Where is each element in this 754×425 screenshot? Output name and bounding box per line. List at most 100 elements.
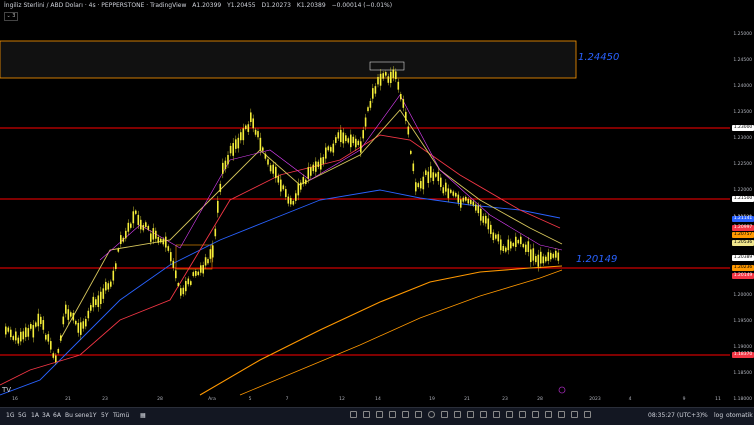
candle-body xyxy=(450,189,452,193)
vline-icon[interactable] xyxy=(389,411,396,418)
price-chart[interactable]: TV xyxy=(0,0,754,424)
time-tick-label: 23 xyxy=(102,397,108,402)
ma-orange-line xyxy=(199,265,563,396)
time-tick-label: 21 xyxy=(464,397,470,402)
candle-body xyxy=(40,316,42,324)
candle-body xyxy=(280,179,282,192)
cursor-icon[interactable] xyxy=(532,411,539,418)
candle-body xyxy=(167,246,170,251)
candle-body xyxy=(532,248,535,261)
candle-body xyxy=(47,334,50,342)
candle-body xyxy=(482,216,485,223)
indicators-collapse-button[interactable]: ⌄ 3 xyxy=(4,12,18,21)
candle-body xyxy=(135,210,137,214)
rectangle-icon[interactable] xyxy=(415,411,422,418)
candle-body xyxy=(295,193,297,201)
price-tick-label: 1.18000 xyxy=(733,397,752,402)
log-toggle[interactable]: log xyxy=(714,412,723,419)
range-button-1a[interactable]: 1A xyxy=(31,412,39,419)
candle-body xyxy=(377,76,379,85)
symbol-title[interactable]: İngiliz Sterlini / ABD Doları · 4s · PEP… xyxy=(4,2,186,9)
range-button-1y[interactable]: 1Y xyxy=(89,412,96,419)
candle-body xyxy=(45,334,47,340)
candle-body xyxy=(517,239,520,244)
price-tag: 1.21500 xyxy=(732,196,754,202)
candle-body xyxy=(172,260,175,268)
zigzag-icon[interactable] xyxy=(571,411,578,418)
candle-body xyxy=(437,171,440,182)
time-tick-label: 28 xyxy=(537,397,543,402)
candle-body xyxy=(122,237,125,242)
candle-body xyxy=(452,191,455,196)
ohlc-change: −0.00014 (−0.01%) xyxy=(331,2,393,9)
candle-body xyxy=(35,322,37,327)
candle-body xyxy=(287,196,290,204)
auto-toggle[interactable]: otomatik xyxy=(726,412,753,419)
price-tag: 1.23000 xyxy=(732,125,754,131)
candle-body xyxy=(507,239,510,251)
pattern-icon[interactable] xyxy=(467,411,474,418)
candle-body xyxy=(440,177,442,187)
candle-body xyxy=(467,198,470,204)
candle-body xyxy=(372,88,374,99)
hline-icon[interactable] xyxy=(376,411,383,418)
range-button-tümü[interactable]: Tümü xyxy=(113,412,129,419)
range-button-5g[interactable]: 5G xyxy=(18,412,26,419)
candle-body xyxy=(197,271,200,275)
pencil-icon[interactable] xyxy=(350,411,357,418)
candle-body xyxy=(107,283,110,290)
prediction-icon[interactable] xyxy=(519,411,526,418)
arrow-icon[interactable] xyxy=(441,411,448,418)
fib-icon[interactable] xyxy=(454,411,461,418)
price-tick-label: 1.24500 xyxy=(733,58,752,64)
range-button-5y[interactable]: 5Y xyxy=(101,412,108,419)
candle-body xyxy=(325,147,327,159)
range-button-1g[interactable]: 1G xyxy=(6,412,14,419)
candle-body xyxy=(332,143,335,153)
candle-body xyxy=(374,86,377,94)
candle-body xyxy=(327,146,330,151)
candle-body xyxy=(110,281,112,287)
candle-body xyxy=(520,236,522,245)
path-icon[interactable] xyxy=(584,411,591,418)
range-button-3a[interactable]: 3A xyxy=(42,412,50,419)
range-button-bu-sene[interactable]: Bu sene xyxy=(65,412,89,419)
clock-readout: 08:35:27 (UTC+3) xyxy=(648,412,703,419)
candle-body xyxy=(5,326,7,335)
ruler-icon[interactable] xyxy=(480,411,487,418)
time-tick-label: 5 xyxy=(248,397,252,402)
ma-khaki-line xyxy=(59,109,563,341)
candle-body xyxy=(500,239,502,251)
candle-body xyxy=(297,183,300,196)
candle-body xyxy=(37,313,40,327)
candle-body xyxy=(550,252,552,260)
eraser-icon[interactable] xyxy=(545,411,552,418)
circle-icon[interactable] xyxy=(428,411,435,418)
candle-body xyxy=(552,253,555,258)
time-tick-label: 9 xyxy=(682,397,686,402)
candle-body xyxy=(460,199,462,208)
candle-body xyxy=(502,245,505,251)
date-range-icon[interactable]: ▦ xyxy=(140,412,146,419)
candle-body xyxy=(412,163,415,172)
candle-body xyxy=(350,134,352,148)
candle-body xyxy=(150,233,152,242)
fan-icon[interactable] xyxy=(558,411,565,418)
price-tag: 1.20149 xyxy=(732,273,754,279)
candle-body xyxy=(242,128,245,141)
candle-body xyxy=(247,124,250,132)
ma-orange-slow-line xyxy=(239,269,563,396)
candle-body xyxy=(245,125,247,130)
candle-body xyxy=(252,118,254,129)
time-tick-label: 14 xyxy=(375,397,381,402)
measure-icon[interactable] xyxy=(493,411,500,418)
brush-icon[interactable] xyxy=(506,411,513,418)
text-icon[interactable] xyxy=(402,411,409,418)
candle-body xyxy=(340,129,342,143)
candle-body xyxy=(190,281,192,285)
trend-line-icon[interactable] xyxy=(363,411,370,418)
range-button-6a[interactable]: 6A xyxy=(53,412,61,419)
time-tick-label: 23 xyxy=(502,397,508,402)
percent-toggle[interactable]: % xyxy=(702,412,708,419)
candle-body xyxy=(112,270,115,281)
